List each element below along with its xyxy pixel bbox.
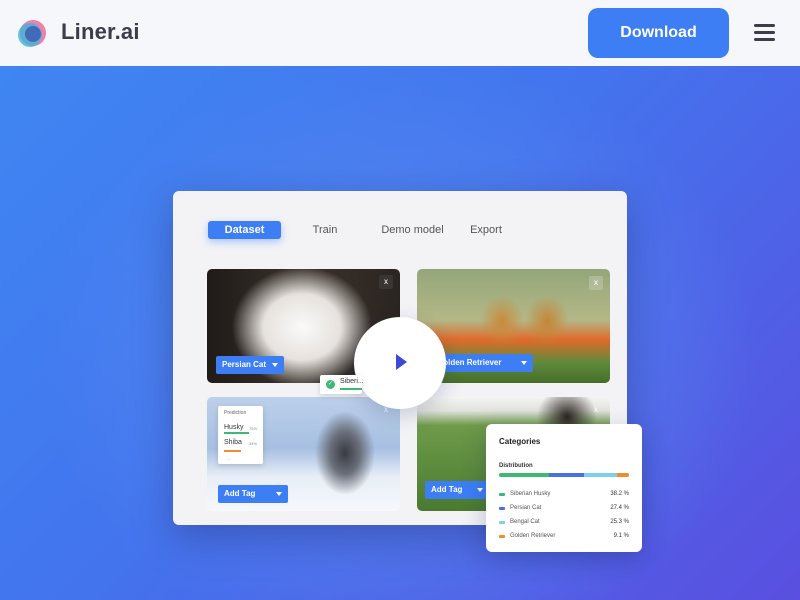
- prediction-percent: 34%: [249, 441, 258, 446]
- categories-title: Categories: [499, 437, 541, 446]
- close-icon[interactable]: x: [379, 275, 393, 289]
- category-value: 38.2 %: [610, 491, 629, 497]
- tag-label: Golden Retriever: [437, 358, 502, 367]
- chip-label: Siberi...: [340, 378, 364, 385]
- category-name: Persian Cat: [510, 505, 542, 511]
- category-value: 9.1 %: [613, 533, 629, 539]
- distribution-segment: [617, 473, 629, 477]
- add-tag-dropdown[interactable]: Add Tag: [425, 481, 489, 499]
- tab-demo-model[interactable]: Demo model: [375, 221, 450, 239]
- category-value: 27.4 %: [610, 505, 629, 511]
- chevron-down-icon: [276, 492, 282, 496]
- distribution-segment: [548, 473, 585, 477]
- tag-icon: ✓: [326, 380, 335, 389]
- prediction-percent: 76%: [249, 426, 258, 431]
- legend-swatch: [499, 521, 505, 524]
- prediction-title: Prediction: [224, 410, 247, 416]
- legend-swatch: [499, 493, 505, 496]
- close-icon[interactable]: x: [589, 403, 603, 417]
- distribution-segment: [499, 473, 549, 477]
- top-header: Liner.ai Download: [0, 0, 800, 66]
- tag-label: Persian Cat: [222, 360, 267, 369]
- close-icon[interactable]: x: [589, 276, 603, 290]
- chevron-down-icon: [521, 361, 527, 365]
- liner-logo-icon[interactable]: [16, 18, 48, 50]
- prediction-more-dropdown[interactable]: —: [227, 457, 255, 462]
- category-value: 25.3 %: [610, 519, 629, 525]
- tag-label: Add Tag: [224, 489, 256, 498]
- distribution-label: Distribution: [499, 463, 533, 469]
- prediction-label: Shiba: [224, 439, 242, 446]
- category-name: Siberian Husky: [510, 491, 551, 497]
- distribution-segment: [584, 473, 618, 477]
- chip-progress: [340, 388, 362, 390]
- tab-train[interactable]: Train: [305, 221, 345, 239]
- hamburger-menu-icon[interactable]: [754, 24, 776, 42]
- tag-label: Add Tag: [431, 485, 463, 494]
- play-icon[interactable]: [396, 354, 407, 370]
- chevron-down-icon: [272, 363, 278, 367]
- download-button[interactable]: Download: [588, 8, 729, 58]
- prediction-bar: [224, 432, 249, 434]
- tab-export[interactable]: Export: [464, 221, 508, 239]
- chevron-down-icon: [477, 488, 483, 492]
- tab-dataset[interactable]: Dataset: [208, 221, 281, 239]
- category-name: Golden Retriever: [510, 533, 556, 539]
- prediction-label: Husky: [224, 424, 244, 431]
- legend-swatch: [499, 507, 505, 510]
- category-name: Bengal Cat: [510, 519, 540, 525]
- distribution-bar: [499, 473, 629, 477]
- prediction-bar: [224, 450, 241, 452]
- add-tag-dropdown[interactable]: Add Tag: [218, 485, 288, 503]
- brand-name[interactable]: Liner.ai: [61, 19, 140, 45]
- tag-dropdown[interactable]: Persian Cat: [216, 356, 284, 374]
- legend-swatch: [499, 535, 505, 538]
